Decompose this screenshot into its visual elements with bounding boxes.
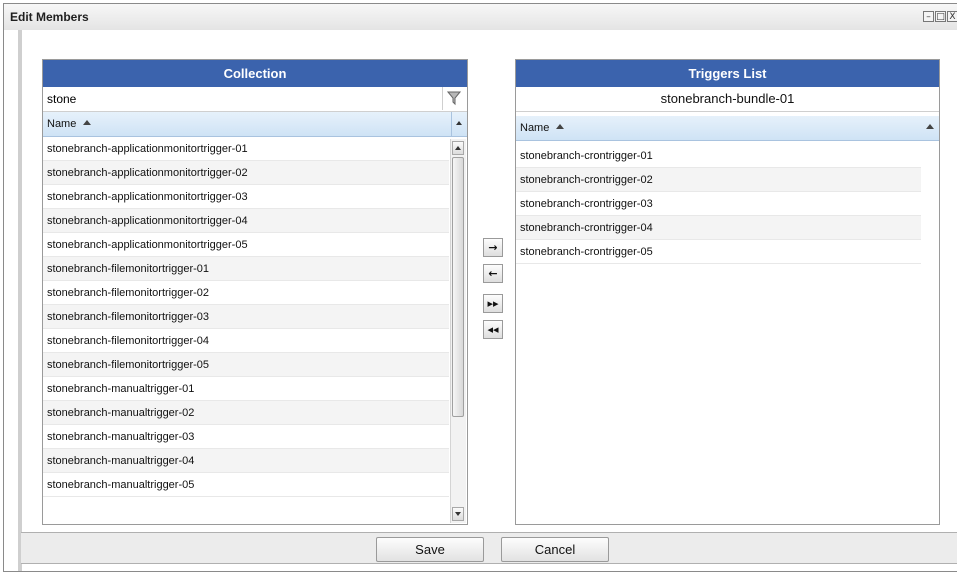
- left-edge-bar: [18, 30, 22, 571]
- add-all-button[interactable]: ▸▸: [483, 294, 503, 313]
- filter-icon[interactable]: [447, 90, 461, 106]
- triggers-list: stonebranch-crontrigger-01 stonebranch-c…: [516, 144, 921, 524]
- collection-filter-input[interactable]: [43, 87, 443, 110]
- trigger-row[interactable]: stonebranch-crontrigger-01: [516, 144, 921, 168]
- trigger-row[interactable]: stonebranch-crontrigger-03: [516, 192, 921, 216]
- triggers-column-header[interactable]: Name: [516, 116, 939, 141]
- bundle-name: stonebranch-bundle-01: [516, 87, 939, 112]
- window-title: Edit Members: [10, 10, 89, 24]
- collection-row[interactable]: stonebranch-filemonitortrigger-01: [43, 257, 449, 281]
- collection-scrollbar[interactable]: [450, 139, 466, 523]
- triggers-header: Triggers List: [516, 60, 939, 87]
- column-name-label: Name: [47, 118, 77, 130]
- collection-row[interactable]: stonebranch-applicationmonitortrigger-05: [43, 233, 449, 257]
- collection-row[interactable]: stonebranch-applicationmonitortrigger-01: [43, 137, 449, 161]
- scroll-down-button[interactable]: [452, 507, 464, 521]
- collection-row[interactable]: stonebranch-manualtrigger-04: [43, 449, 449, 473]
- window-controls: – □ X: [923, 11, 957, 22]
- collection-row[interactable]: stonebranch-filemonitortrigger-05: [43, 353, 449, 377]
- trigger-row[interactable]: stonebranch-crontrigger-04: [516, 216, 921, 240]
- triggers-panel: Triggers List stonebranch-bundle-01 Name…: [515, 59, 940, 525]
- scroll-thumb[interactable]: [452, 157, 464, 417]
- minimize-icon[interactable]: –: [923, 11, 934, 22]
- collection-row[interactable]: stonebranch-manualtrigger-02: [43, 401, 449, 425]
- maximize-icon[interactable]: □: [935, 11, 946, 22]
- add-selected-button[interactable]: →: [483, 238, 503, 257]
- collection-row[interactable]: stonebranch-filemonitortrigger-04: [43, 329, 449, 353]
- edit-members-window: Edit Members – □ X Collection Name stone…: [3, 3, 957, 572]
- column-menu-icon[interactable]: [926, 124, 934, 129]
- scroll-up-arrow-icon: [456, 121, 462, 125]
- column-name-label: Name: [520, 122, 550, 134]
- dialog-footer: Save Cancel: [21, 532, 957, 564]
- collection-row[interactable]: stonebranch-applicationmonitortrigger-04: [43, 209, 449, 233]
- title-bar[interactable]: Edit Members – □ X: [4, 4, 957, 30]
- collection-filter-row: [43, 87, 467, 112]
- collection-row[interactable]: stonebranch-manualtrigger-01: [43, 377, 449, 401]
- collection-row[interactable]: stonebranch-applicationmonitortrigger-02: [43, 161, 449, 185]
- trigger-row[interactable]: stonebranch-crontrigger-02: [516, 168, 921, 192]
- collection-row[interactable]: stonebranch-manualtrigger-05: [43, 473, 449, 497]
- header-scroll-stub: [451, 112, 467, 136]
- cancel-button[interactable]: Cancel: [501, 537, 609, 562]
- collection-row[interactable]: stonebranch-applicationmonitortrigger-03: [43, 185, 449, 209]
- sort-ascending-icon: [83, 120, 91, 125]
- save-button[interactable]: Save: [376, 537, 484, 562]
- remove-selected-button[interactable]: ←: [483, 264, 503, 283]
- collection-row[interactable]: stonebranch-filemonitortrigger-02: [43, 281, 449, 305]
- scroll-up-button[interactable]: [452, 141, 464, 155]
- sort-ascending-icon: [556, 124, 564, 129]
- remove-all-button[interactable]: ◂◂: [483, 320, 503, 339]
- trigger-row[interactable]: stonebranch-crontrigger-05: [516, 240, 921, 264]
- close-icon[interactable]: X: [947, 11, 957, 22]
- collection-list: stonebranch-applicationmonitortrigger-01…: [43, 137, 449, 524]
- collection-panel: Collection Name stonebranch-applicationm…: [42, 59, 468, 525]
- collection-row[interactable]: stonebranch-filemonitortrigger-03: [43, 305, 449, 329]
- collection-header: Collection: [43, 60, 467, 87]
- collection-row[interactable]: stonebranch-manualtrigger-03: [43, 425, 449, 449]
- collection-column-header[interactable]: Name: [43, 112, 467, 137]
